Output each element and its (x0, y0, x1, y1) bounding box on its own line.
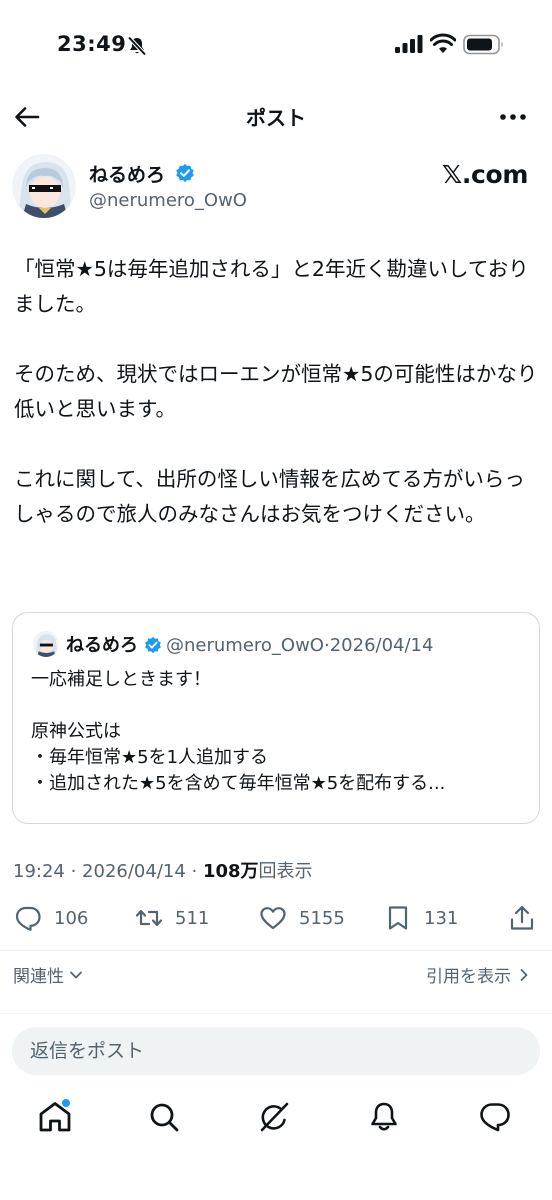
quoted-text: 一応補足しときます！ 原神公式は ・毎年恒常★5を1人追加する ・追加された★5… (31, 667, 526, 797)
bookmark-count: 131 (424, 907, 459, 929)
author-name[interactable]: ねるめろ (89, 160, 165, 187)
share-button[interactable] (508, 900, 536, 936)
divider (0, 1013, 552, 1014)
status-time: 23:49 (57, 32, 127, 56)
reply-icon (15, 906, 41, 931)
quoted-line: 原神公式は (31, 721, 121, 742)
home-notification-dot (62, 1099, 70, 1107)
repost-icon (135, 909, 163, 927)
quoted-line-break (31, 693, 526, 719)
grok-icon[interactable] (257, 1100, 291, 1134)
view-quotes-label: 引用を表示 (426, 967, 511, 987)
share-icon (510, 905, 534, 930)
verified-badge-icon (145, 636, 161, 654)
quoted-avatar (33, 631, 59, 657)
avatar[interactable] (12, 154, 76, 218)
meta-separator: · (185, 861, 203, 882)
post-meta: 19:24 · 2026/04/14 · 108万回表示 (13, 857, 313, 883)
reply-button[interactable]: 106 (14, 900, 88, 936)
header: ポスト (0, 92, 552, 140)
like-icon (260, 907, 286, 930)
like-count: 5155 (299, 907, 345, 929)
xcom-watermark: 𝕏.com (442, 160, 529, 189)
reply-count: 106 (54, 907, 89, 929)
notifications-icon[interactable] (367, 1100, 401, 1134)
post-paragraph: これに関して、出所の怪しい情報を広めてる方がいらっしゃるので旅人のみなさんはお気… (14, 467, 525, 526)
quoted-line: ・毎年恒常★5を1人追加する (31, 747, 269, 768)
divider (0, 950, 552, 951)
view-quotes-link[interactable]: 引用を表示 (426, 962, 532, 987)
post-paragraph: 「恒常★5は毎年追加される」と2年近く勘違いしておりました。 (14, 257, 529, 316)
wifi-icon (430, 33, 456, 53)
status-bar: 23:49 (0, 0, 552, 90)
page-title: ポスト (246, 106, 306, 130)
bookmark-button[interactable]: 131 (384, 900, 458, 936)
chevron-down-icon (70, 971, 82, 978)
post-date: 2026/04/14 (82, 861, 186, 882)
post-time: 19:24 (13, 861, 65, 882)
repost-count: 511 (175, 907, 210, 929)
meta-separator: · (64, 861, 83, 882)
view-count-label: 回表示 (258, 861, 313, 882)
quoted-date: 2026/04/14 (329, 635, 434, 656)
reply-input[interactable] (12, 1027, 540, 1075)
chevron-right-icon (520, 968, 528, 981)
post-text: 「恒常★5は毎年追加される」と2年近く勘違いしておりました。 そのため、現状では… (14, 252, 542, 532)
reply-sort-dropdown[interactable]: 関連性 (13, 962, 84, 987)
author-handle[interactable]: @nerumero_OwO (89, 190, 247, 211)
messages-icon[interactable] (478, 1100, 512, 1134)
quoted-header: ねるめろ @nerumero_OwO·2026/04/14 (66, 631, 433, 657)
quoted-post[interactable]: ねるめろ @nerumero_OwO·2026/04/14 一応補足しときます！ … (12, 612, 540, 824)
more-icon[interactable] (496, 102, 530, 132)
quoted-line: ・追加された★5を含めて毎年恒常★5を配布する... (31, 773, 446, 794)
view-count[interactable]: 108万 (203, 861, 259, 882)
quoted-author-handle: @nerumero_OwO (166, 635, 324, 656)
reply-sort-label: 関連性 (13, 967, 64, 987)
quoted-author-name: ねるめろ (66, 635, 138, 656)
repost-button[interactable]: 511 (135, 900, 209, 936)
reply-composer (12, 1027, 540, 1075)
cellular-signal-icon (395, 35, 423, 53)
battery-icon (463, 34, 503, 55)
quoted-line: 一応補足しときます！ (31, 669, 211, 690)
post-paragraph: そのため、現状ではローエンが恒常★5の可能性はかなり低いと思います。 (14, 362, 538, 421)
like-button[interactable]: 5155 (259, 900, 345, 936)
verified-badge-icon (176, 163, 194, 183)
bell-muted-icon (127, 36, 147, 56)
action-bar: 106 511 5155 131 (0, 900, 552, 940)
search-icon[interactable] (147, 1100, 181, 1134)
bookmark-icon (388, 906, 408, 930)
